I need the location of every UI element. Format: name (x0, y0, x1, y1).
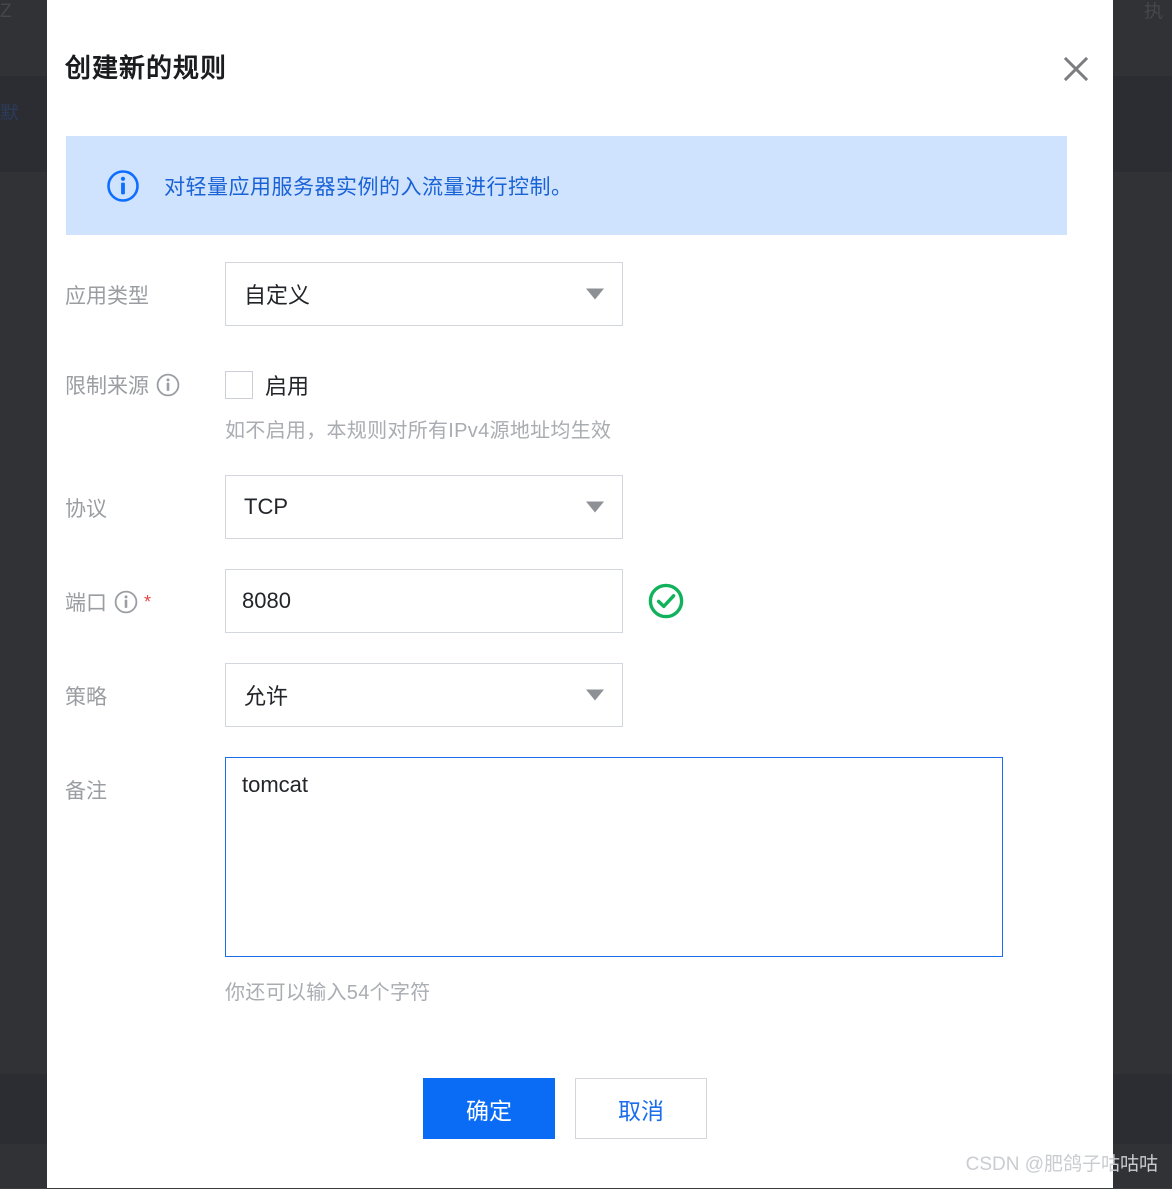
page-title: 创建新的规则 (65, 48, 227, 85)
port-label-text: 端口 (65, 587, 107, 617)
app-type-control: 自定义 (225, 262, 623, 326)
required-marker: * (144, 592, 151, 613)
field-row-limit-source: 限制来源 启用 如不启用，本规则对所有IPv4源地址均生效 (47, 352, 1113, 443)
remark-label: 备注 (47, 757, 225, 823)
field-row-port: 端口 * (47, 569, 1113, 635)
info-banner: 对轻量应用服务器实例的入流量进行控制。 (66, 136, 1067, 235)
limit-source-label-text: 限制来源 (65, 370, 149, 400)
protocol-select[interactable]: TCP (225, 475, 623, 539)
bg-fragment-top-left: Z (0, 2, 26, 21)
field-row-app-type: 应用类型 自定义 (47, 262, 1113, 328)
port-input[interactable] (225, 569, 623, 633)
info-circle-icon (106, 169, 140, 203)
info-circle-icon[interactable] (156, 373, 180, 397)
protocol-control: TCP (225, 475, 623, 539)
field-row-policy: 策略 允许 (47, 663, 1113, 729)
field-row-protocol: 协议 TCP (47, 475, 1113, 541)
limit-source-label: 限制来源 (47, 352, 225, 418)
limit-source-control: 启用 如不启用，本规则对所有IPv4源地址均生效 (225, 352, 611, 443)
remark-char-hint: 你还可以输入54个字符 (225, 976, 1003, 1005)
checkbox-box[interactable] (225, 371, 253, 399)
app-type-label: 应用类型 (47, 262, 225, 328)
port-control (225, 569, 623, 633)
watermark: CSDN @肥鸽子咕咕咕 (966, 1149, 1158, 1176)
limit-source-hint: 如不启用，本规则对所有IPv4源地址均生效 (225, 414, 611, 443)
cancel-button[interactable]: 取消 (575, 1078, 707, 1139)
port-label: 端口 * (47, 569, 225, 635)
app-type-value: 自定义 (226, 278, 310, 310)
bg-fragment-left: 默 (0, 104, 26, 123)
confirm-button[interactable]: 确定 (423, 1078, 555, 1139)
policy-value: 允许 (226, 679, 288, 711)
policy-control: 允许 (225, 663, 623, 727)
info-banner-text: 对轻量应用服务器实例的入流量进行控制。 (164, 171, 573, 201)
policy-select[interactable]: 允许 (225, 663, 623, 727)
field-row-remark: 备注 tomcat 你还可以输入54个字符 (47, 757, 1113, 1005)
chevron-down-icon (586, 502, 604, 513)
bg-fragment-top-right: 执 (1144, 2, 1172, 21)
limit-source-checkbox-label: 启用 (265, 369, 309, 401)
dialog-footer: 确定 取消 (47, 1078, 1113, 1139)
info-circle-icon[interactable] (114, 590, 138, 614)
dialog-header: 创建新的规则 (47, 0, 1113, 118)
limit-source-checkbox[interactable]: 启用 (225, 352, 611, 418)
chevron-down-icon (586, 289, 604, 300)
remark-textarea[interactable]: tomcat (225, 757, 1003, 957)
rule-form: 应用类型 自定义 限制来源 (47, 262, 1113, 1005)
check-circle-icon (647, 582, 685, 620)
policy-label: 策略 (47, 663, 225, 729)
protocol-value: TCP (226, 494, 288, 520)
close-icon[interactable] (1057, 50, 1095, 88)
chevron-down-icon (586, 690, 604, 701)
create-rule-dialog: 创建新的规则 对轻量应用服务器实例的入流量进行控制。 应用类型 自定义 (47, 0, 1113, 1188)
app-type-select[interactable]: 自定义 (225, 262, 623, 326)
remark-control: tomcat 你还可以输入54个字符 (225, 757, 1003, 1005)
protocol-label: 协议 (47, 475, 225, 541)
